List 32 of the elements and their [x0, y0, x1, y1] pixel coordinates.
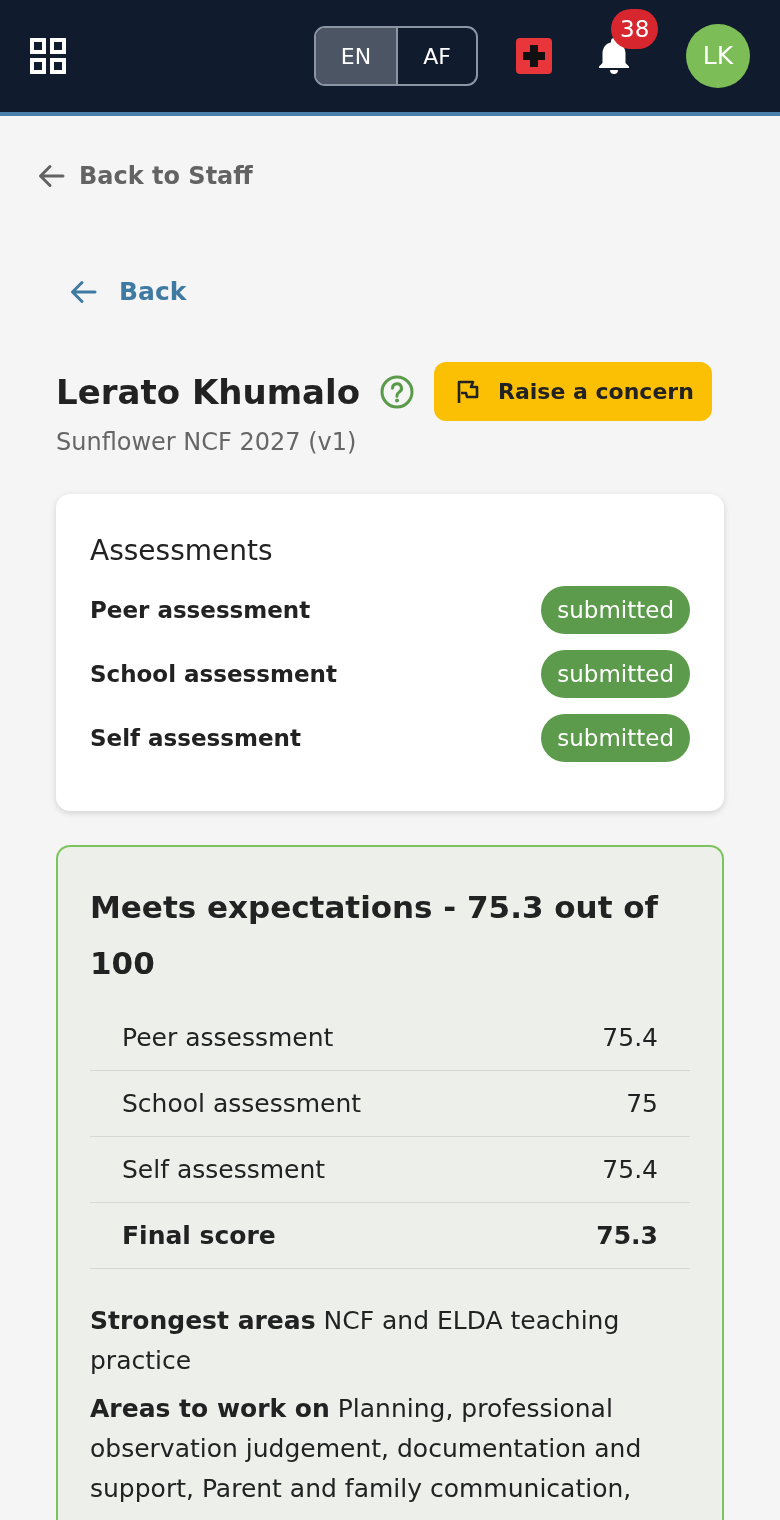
- score-label: Self assessment: [122, 1153, 326, 1186]
- status-badge: submitted: [541, 714, 690, 762]
- status-badge: submitted: [541, 650, 690, 698]
- score-value: 75.4: [602, 1021, 658, 1054]
- summary-text: Areas to work on Planning, professional observation judgement, documentation and support, Parent and family communication,: [90, 1393, 643, 1505]
- total-label: Final score: [122, 1219, 276, 1252]
- help-icon[interactable]: [380, 374, 415, 409]
- score-value: 75: [626, 1087, 658, 1120]
- score-label: School assessment: [122, 1087, 362, 1120]
- summary-text: Strongest areas NCF and ELDA teaching practice: [90, 1305, 621, 1377]
- staff-name: Lerato Khumalo: [56, 370, 361, 414]
- status-badge: submitted: [541, 586, 690, 634]
- medical-cross-icon[interactable]: [516, 38, 552, 74]
- back-link[interactable]: Back: [56, 260, 200, 324]
- assessment-name: Self assessment: [90, 723, 301, 753]
- score-label: Peer assessment: [122, 1021, 334, 1054]
- bell-icon[interactable]: [596, 37, 632, 75]
- arrow-left-icon: [69, 278, 97, 306]
- raise-concern-button[interactable]: Raise a concern: [434, 362, 712, 421]
- score-value: 75.4: [602, 1153, 658, 1186]
- notification-count: 38: [611, 9, 659, 49]
- arrow-left-icon: [37, 162, 65, 190]
- assessment-name: School assessment: [90, 659, 337, 689]
- back-to-staff-link[interactable]: Back to Staff: [37, 160, 253, 192]
- grid-menu-icon[interactable]: [30, 38, 66, 74]
- total-value: 75.3: [596, 1219, 658, 1252]
- language-option[interactable]: EN: [316, 28, 396, 84]
- framework-subtitle: Sunflower NCF 2027 (v1): [56, 427, 358, 458]
- language-option[interactable]: AF: [396, 28, 476, 84]
- card-title: Assessments: [90, 533, 274, 569]
- result-heading: Meets expectations - 75.3 out of 100: [90, 888, 660, 983]
- assessment-name: Peer assessment: [90, 595, 311, 625]
